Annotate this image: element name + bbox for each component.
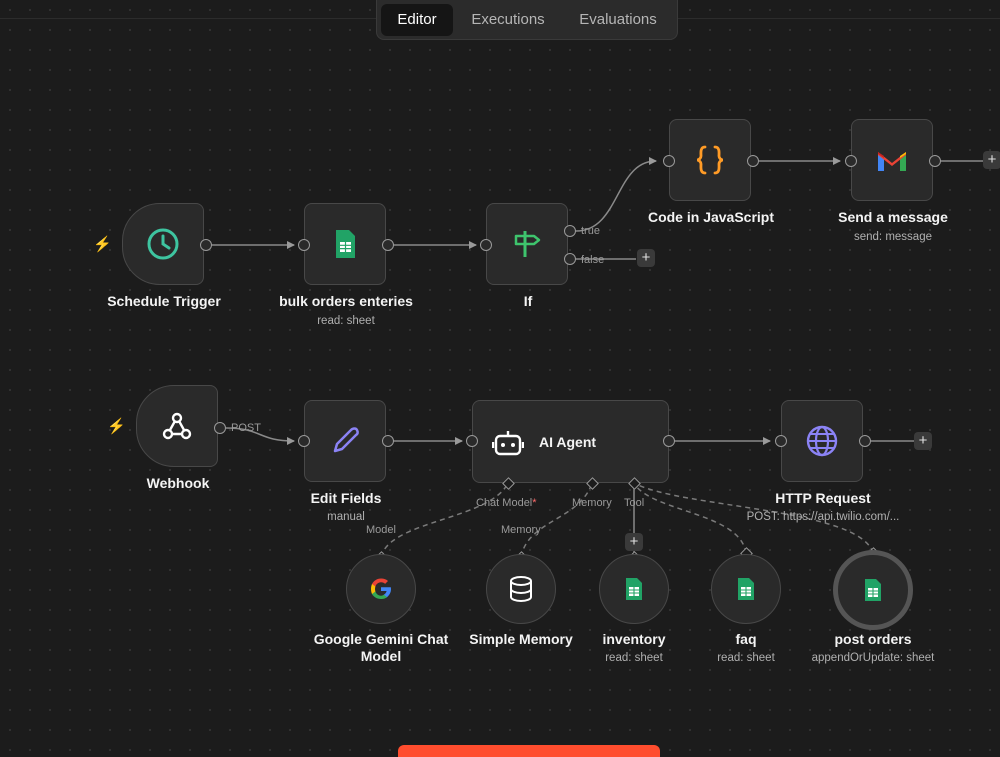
output-handle[interactable]	[663, 435, 675, 447]
trigger-bolt-icon: ⚡	[107, 418, 126, 435]
output-handle[interactable]	[929, 155, 941, 167]
port-label-memory: Memory	[572, 497, 612, 509]
edge-label-post: POST	[231, 422, 261, 434]
branch-label-false: false	[581, 254, 605, 266]
node-subtitle: read: sheet	[605, 652, 663, 664]
port-label-model: Model	[366, 524, 396, 536]
edge-memory	[520, 482, 593, 558]
branch-label-true: true	[581, 225, 600, 237]
node-subtitle: read: sheet	[317, 315, 375, 327]
node-subtitle: send: message	[854, 231, 932, 243]
node-http-request[interactable]	[781, 400, 863, 482]
input-handle[interactable]	[845, 155, 857, 167]
add-tool-button[interactable]: +	[625, 533, 643, 551]
node-title: AI Agent	[539, 434, 597, 450]
node-title: Send a message	[838, 209, 948, 225]
port-label-tool: Tool	[624, 497, 645, 509]
node-send-message[interactable]	[851, 119, 933, 201]
trigger-bolt-icon: ⚡	[93, 236, 112, 253]
input-handle[interactable]	[466, 435, 478, 447]
node-title: bulk orders enteries	[279, 293, 413, 309]
robot-icon	[492, 431, 524, 456]
node-gemini-model[interactable]	[346, 554, 416, 624]
output-handle[interactable]	[859, 435, 871, 447]
node-schedule-trigger[interactable]	[122, 203, 204, 285]
node-title: Simple Memory	[469, 631, 573, 647]
node-title: Code in JavaScript	[647, 209, 775, 225]
node-faq[interactable]	[711, 554, 781, 624]
google-icon	[371, 578, 391, 599]
input-handle[interactable]	[775, 435, 787, 447]
clock-icon	[147, 228, 179, 260]
node-webhook[interactable]	[136, 385, 218, 467]
node-ai-agent[interactable]: AI Agent	[472, 400, 669, 483]
node-title: Schedule Trigger	[107, 293, 221, 309]
node-subtitle: manual	[327, 511, 365, 523]
output-handle[interactable]	[200, 239, 212, 251]
node-edit-fields[interactable]	[304, 400, 386, 482]
input-handle[interactable]	[663, 155, 675, 167]
node-title: Google Gemini Chat Model	[313, 631, 449, 664]
add-node-button[interactable]: +	[637, 249, 655, 267]
output-handle[interactable]	[747, 155, 759, 167]
node-post-orders[interactable]	[833, 550, 913, 630]
input-handle[interactable]	[480, 239, 492, 251]
output-handle-false[interactable]	[564, 253, 576, 265]
node-bulk-orders[interactable]	[304, 203, 386, 285]
curly-braces-icon	[696, 145, 724, 175]
input-handle[interactable]	[298, 435, 310, 447]
node-code-javascript[interactable]	[669, 119, 751, 201]
node-subtitle: read: sheet	[717, 652, 775, 664]
output-handle[interactable]	[382, 435, 394, 447]
node-title: Webhook	[146, 475, 210, 491]
node-simple-memory[interactable]	[486, 554, 556, 624]
port-label-memory: Memory	[501, 524, 541, 536]
output-handle-true[interactable]	[564, 225, 576, 237]
add-node-button[interactable]: +	[983, 151, 1000, 169]
execute-workflow-button[interactable]	[398, 745, 660, 757]
google-sheets-icon	[865, 579, 881, 601]
signpost-icon	[514, 231, 541, 257]
globe-icon	[806, 425, 838, 457]
node-title: If	[523, 293, 533, 309]
node-if[interactable]	[486, 203, 568, 285]
pencil-icon	[333, 427, 359, 453]
node-title: faq	[735, 631, 757, 647]
gmail-icon	[878, 152, 906, 171]
google-sheets-icon	[336, 230, 355, 258]
node-title: inventory	[602, 631, 666, 647]
node-title: post orders	[834, 631, 912, 647]
output-handle[interactable]	[214, 422, 226, 434]
webhook-icon	[162, 412, 192, 440]
google-sheets-icon	[738, 578, 754, 600]
node-inventory[interactable]	[599, 554, 669, 624]
add-node-button[interactable]: +	[914, 432, 932, 450]
node-title: HTTP Request	[775, 490, 871, 506]
input-handle[interactable]	[298, 239, 310, 251]
output-handle[interactable]	[382, 239, 394, 251]
node-subtitle: POST: https://api.twilio.com/...	[746, 511, 900, 523]
google-sheets-icon	[626, 578, 642, 600]
database-icon	[510, 576, 532, 603]
node-subtitle: appendOrUpdate: sheet	[811, 652, 935, 664]
port-label-chat-model: Chat Model*	[476, 497, 537, 509]
node-title: Edit Fields	[310, 490, 382, 506]
